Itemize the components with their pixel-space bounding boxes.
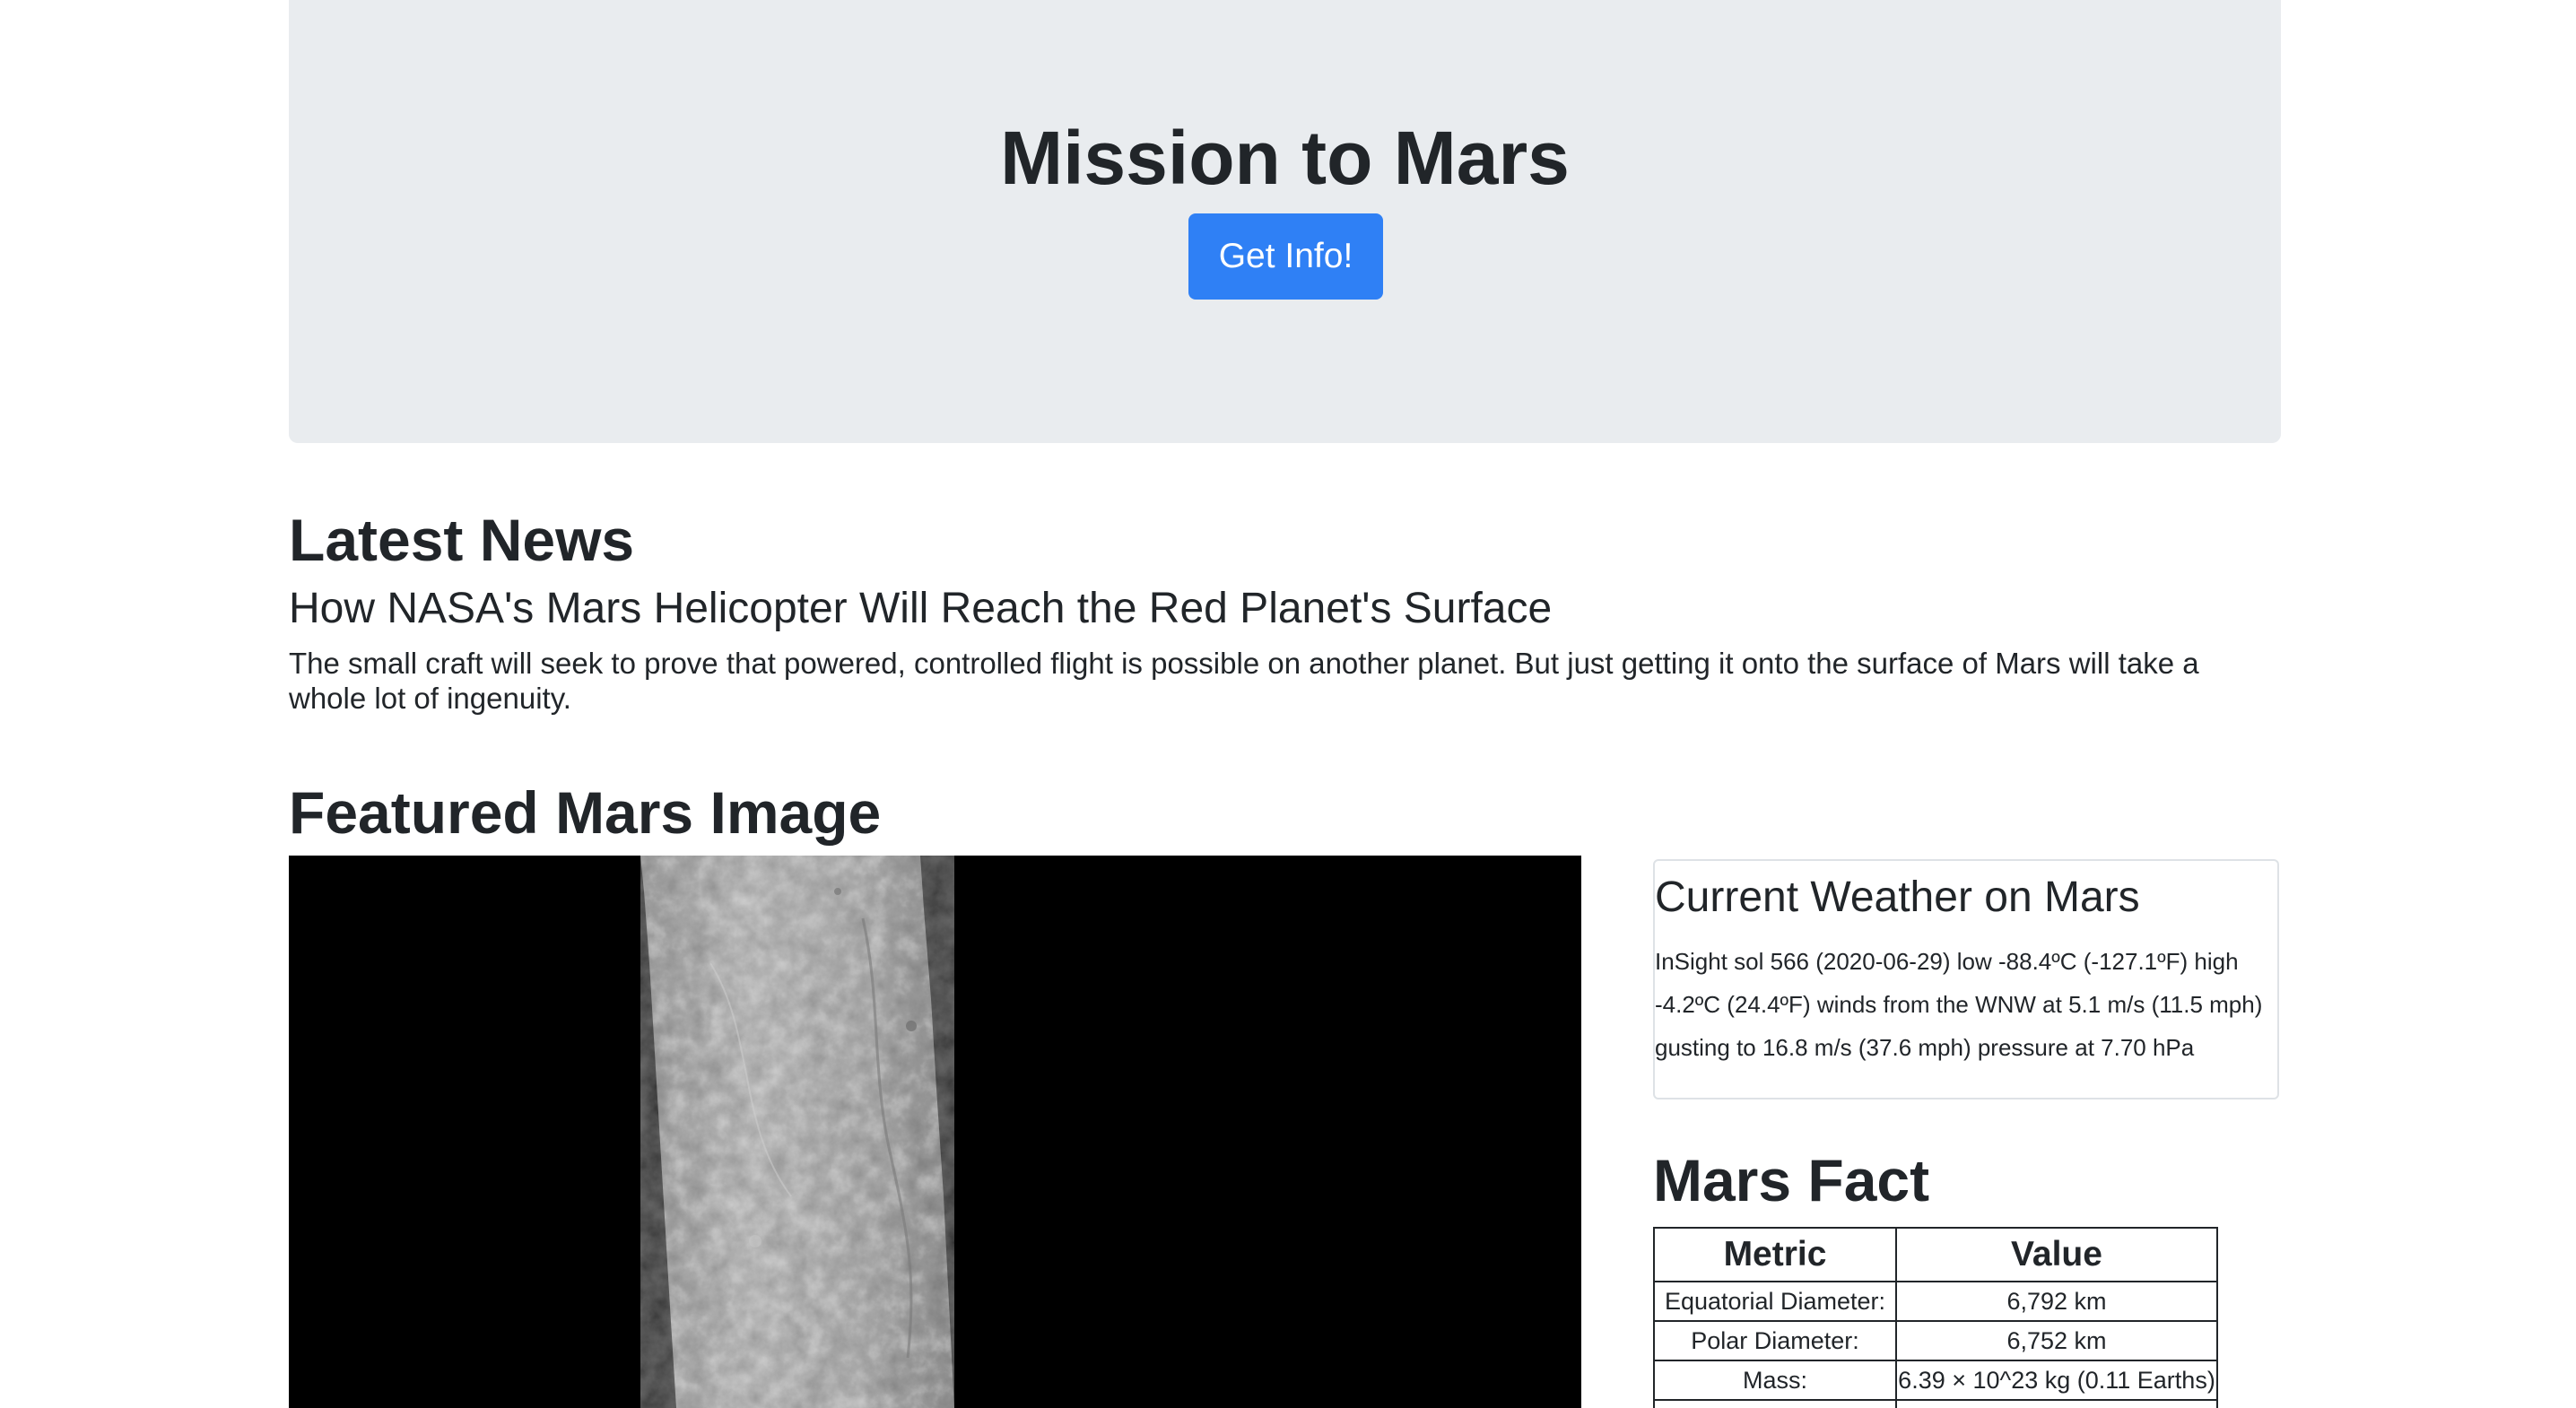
- news-teaser: The small craft will seek to prove that …: [289, 647, 2199, 715]
- metric-cell: Polar Diameter:: [1653, 1320, 1897, 1361]
- value-cell: [1895, 1399, 2218, 1408]
- value-cell: 6,792 km: [1895, 1281, 2218, 1322]
- mars-facts-table: Metric Value Equatorial Diameter: 6,792 …: [1653, 1227, 2218, 1408]
- weather-card: Current Weather on Mars InSight sol 566 …: [1653, 859, 2279, 1099]
- table-row: [1653, 1399, 2218, 1408]
- value-cell: 6,752 km: [1895, 1320, 2218, 1361]
- news-title: How NASA's Mars Helicopter Will Reach th…: [289, 585, 1553, 632]
- column-header-metric: Metric: [1653, 1227, 1897, 1282]
- table-header-row: Metric Value: [1653, 1227, 2218, 1282]
- weather-report: InSight sol 566 (2020-06-29) low -88.4ºC…: [1655, 948, 2263, 1061]
- jumbotron-header: Mission to Mars Get Info!: [289, 0, 2281, 443]
- table-row: Polar Diameter: 6,752 km: [1653, 1320, 2218, 1361]
- metric-cell: Mass:: [1653, 1360, 1897, 1401]
- featured-mars-image[interactable]: [289, 856, 1581, 1408]
- latest-news-heading: Latest News: [289, 507, 635, 573]
- get-info-button[interactable]: Get Info!: [1188, 213, 1383, 300]
- value-cell: 6.39 × 10^23 kg (0.11 Earths): [1895, 1360, 2218, 1401]
- column-header-value: Value: [1895, 1227, 2218, 1282]
- mars-fact-heading: Mars Fact: [1653, 1147, 1930, 1213]
- page-title: Mission to Mars: [1000, 116, 1570, 200]
- mars-surface-image: [289, 856, 1581, 1408]
- metric-cell: Equatorial Diameter:: [1653, 1281, 1897, 1322]
- page: Mission to Mars Get Info! Latest News Ho…: [0, 0, 2576, 1408]
- metric-cell: [1653, 1399, 1897, 1408]
- featured-image-heading: Featured Mars Image: [289, 779, 882, 846]
- table-row: Mass: 6.39 × 10^23 kg (0.11 Earths): [1653, 1360, 2218, 1401]
- table-row: Equatorial Diameter: 6,792 km: [1653, 1281, 2218, 1322]
- weather-heading: Current Weather on Mars: [1655, 873, 2140, 921]
